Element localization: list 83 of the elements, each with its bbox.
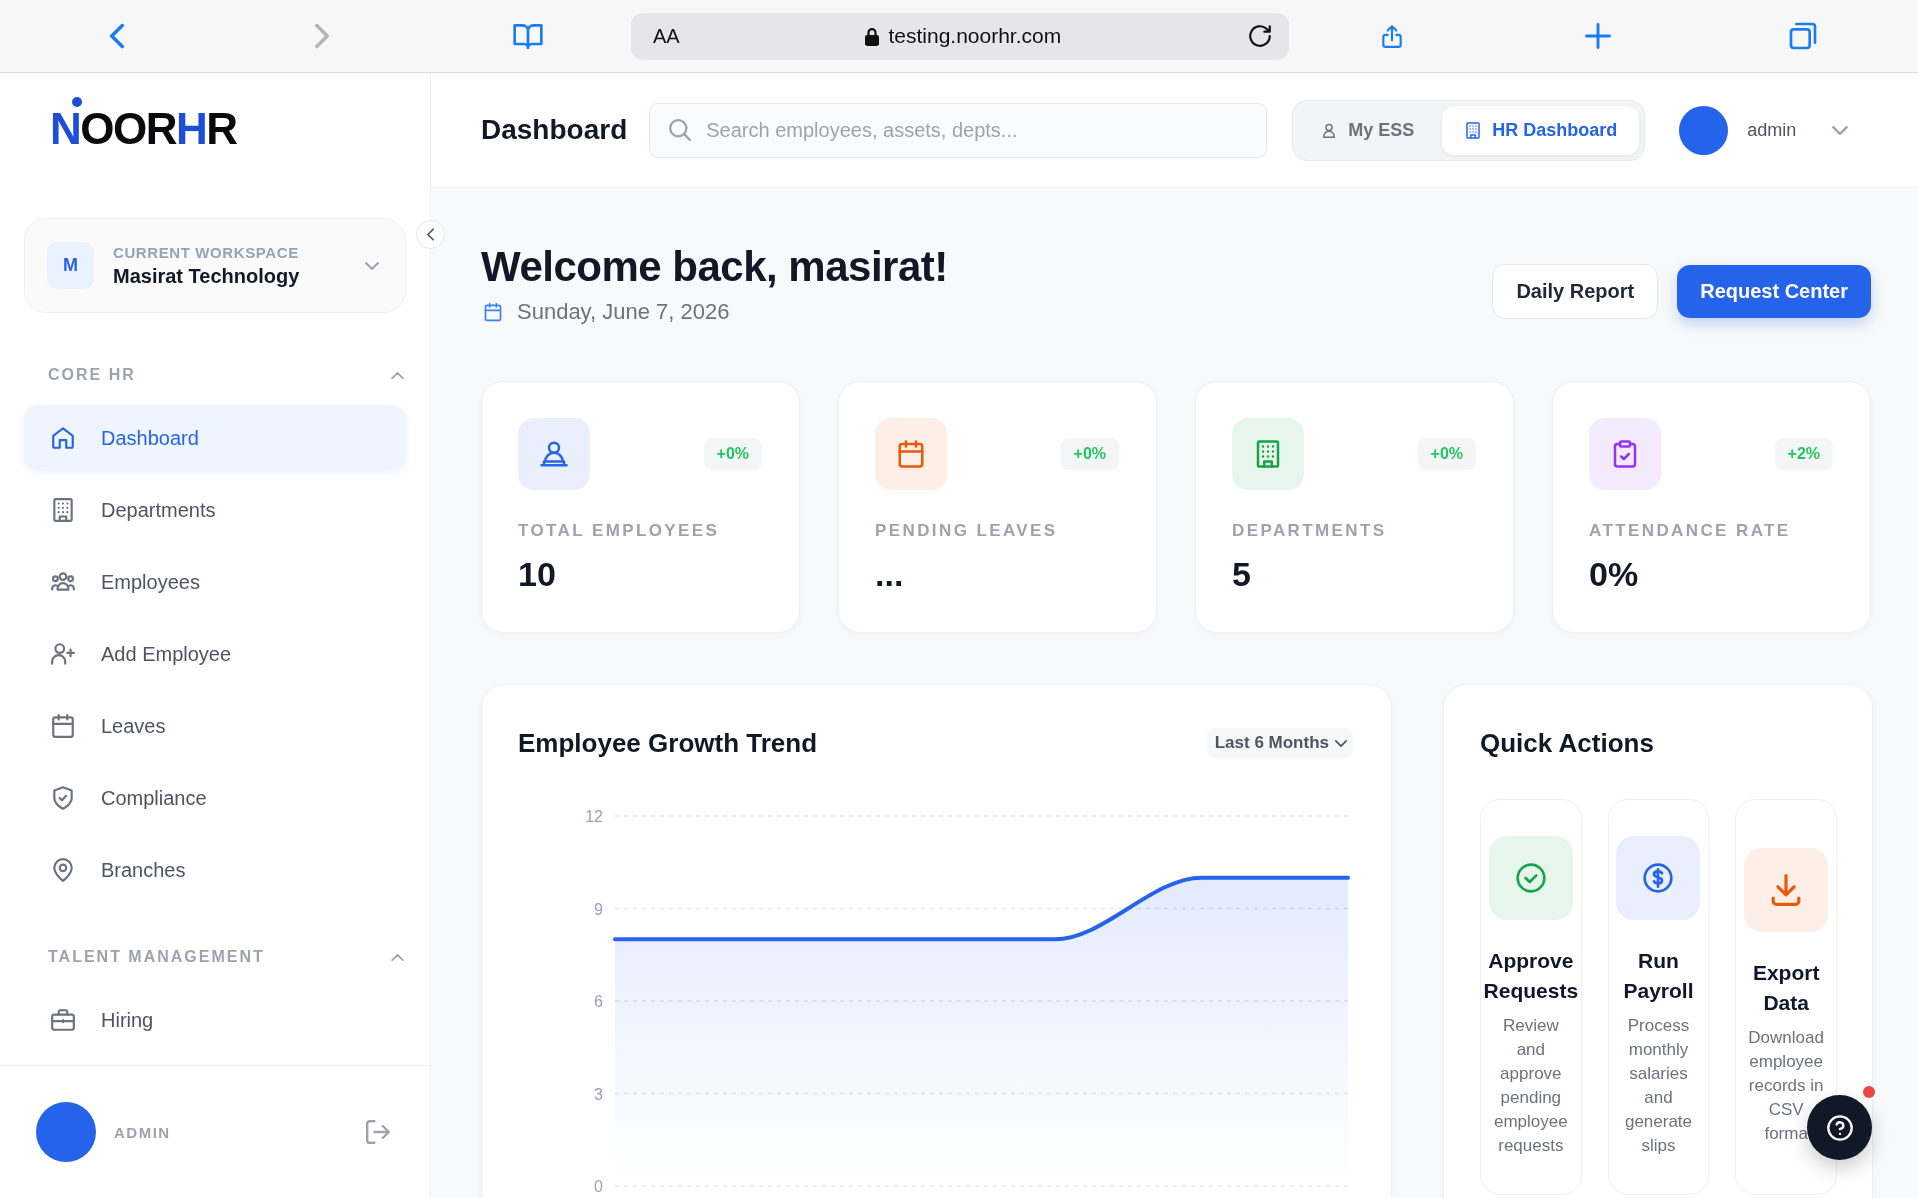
y-axis-label: 0 xyxy=(594,1178,603,1195)
stat-label: DEPARTMENTS xyxy=(1232,520,1388,542)
search-icon xyxy=(669,118,692,141)
tabs-icon[interactable] xyxy=(1787,20,1819,52)
chevron-down-icon xyxy=(1335,739,1347,747)
primary-button[interactable]: Request Center xyxy=(1677,264,1871,318)
page-title: Dashboard xyxy=(481,114,628,146)
chevron-down-icon[interactable] xyxy=(365,261,379,270)
calendar-icon xyxy=(483,302,503,322)
user-name: admin xyxy=(1747,119,1797,141)
chevron-down-icon[interactable] xyxy=(1832,125,1849,135)
nav-item[interactable]: Compliance xyxy=(24,765,406,831)
action-description: Download employee records in CSV forma xyxy=(1747,1027,1825,1145)
nav-item[interactable]: Hiring xyxy=(24,987,406,1053)
workspace-selector[interactable]: M CURRENT WORKSPACE Masirat Technology xyxy=(24,218,406,313)
action-title: Export Data xyxy=(1751,960,1821,1016)
trend-badge: +0% xyxy=(1417,438,1476,470)
user-avatar[interactable] xyxy=(36,1102,96,1162)
secondary-button[interactable]: Daily Report xyxy=(1492,263,1659,319)
view-tab[interactable]: My ESS xyxy=(1298,105,1437,155)
stat-value: ... xyxy=(875,554,905,594)
y-axis-label: 3 xyxy=(594,1085,603,1103)
date-text: Sunday, June 7, 2026 xyxy=(517,298,730,326)
action-card[interactable]: Export Data Download employee records in CSV forma xyxy=(1735,799,1837,1195)
workspace-name: Masirat Technology xyxy=(113,264,301,288)
stat-label: ATTENDANCE RATE xyxy=(1589,520,1792,542)
workspace-avatar: M xyxy=(47,242,94,289)
y-axis-label: 6 xyxy=(594,993,603,1010)
shield-check-icon xyxy=(50,785,76,811)
view-tab[interactable]: HR Dashboard xyxy=(1442,105,1640,155)
logo-dot-icon xyxy=(72,97,82,107)
add-person-icon xyxy=(50,641,76,667)
range-dropdown[interactable]: Last 6 Months xyxy=(1206,728,1353,758)
calendar-icon xyxy=(50,713,76,739)
trend-badge: +0% xyxy=(1060,438,1119,470)
user-name: ADMIN xyxy=(114,1123,172,1141)
y-axis-label: 9 xyxy=(594,900,603,918)
stat-label: TOTAL EMPLOYEES xyxy=(518,520,721,542)
chart-title: Employee Growth Trend xyxy=(518,727,818,759)
reload-icon[interactable] xyxy=(1247,23,1273,49)
nav-item[interactable]: Add Employee xyxy=(24,621,406,687)
plus-icon[interactable] xyxy=(1585,23,1611,49)
trend-badge: +2% xyxy=(1774,438,1833,470)
section-title: CORE HR xyxy=(48,366,136,384)
action-description: Process monthly salaries and generate slips xyxy=(1623,1015,1694,1157)
action-description: Review and approve pending employee requests xyxy=(1492,1015,1569,1157)
nav-item[interactable]: Branches xyxy=(24,837,406,903)
action-title: Run Payroll xyxy=(1622,948,1695,1004)
stat-value: 10 xyxy=(518,554,557,594)
map-pin-icon xyxy=(50,857,76,883)
chevron-up-icon[interactable] xyxy=(391,953,404,961)
nav-item[interactable]: Dashboard xyxy=(24,405,406,471)
briefcase-icon xyxy=(50,1007,76,1033)
y-axis-label: 12 xyxy=(585,808,603,825)
section-title: TALENT MANAGEMENT xyxy=(48,948,265,966)
action-card[interactable]: Run Payroll Process monthly salaries and generate slips xyxy=(1607,799,1710,1195)
text-size-button[interactable]: AA xyxy=(653,21,680,51)
building-icon xyxy=(1464,120,1483,140)
user-avatar[interactable] xyxy=(1679,105,1729,155)
action-title: Approve Requests xyxy=(1483,948,1579,1004)
action-card[interactable]: Approve Requests Review and approve pending employee requests xyxy=(1480,799,1582,1195)
home-icon xyxy=(50,425,76,451)
address-bar[interactable]: AA testing.noorhr.com xyxy=(631,12,1289,60)
back-icon[interactable] xyxy=(110,23,124,49)
help-icon xyxy=(1825,1113,1854,1142)
stat-value: 5 xyxy=(1232,554,1252,594)
stat-label: PENDING LEAVES xyxy=(875,520,1059,542)
building-icon xyxy=(50,497,76,523)
workspace-caption: CURRENT WORKSPACE xyxy=(113,243,300,261)
logout-icon[interactable] xyxy=(366,1120,390,1144)
chevron-up-icon[interactable] xyxy=(391,371,404,379)
nav-item[interactable]: Employees xyxy=(24,549,406,615)
lock-icon xyxy=(865,26,880,46)
logo: NOORHR xyxy=(50,105,237,153)
stat-value: 0% xyxy=(1589,554,1640,594)
quick-actions-title: Quick Actions xyxy=(1480,727,1654,759)
url-text: testing.noorhr.com xyxy=(888,24,1062,48)
welcome-heading: Welcome back, masirat! xyxy=(481,243,948,291)
nav-item[interactable]: Leaves xyxy=(24,693,406,759)
search-field[interactable]: Search employees, assets, depts... xyxy=(649,102,1268,158)
nav-item[interactable]: Departments xyxy=(24,477,406,543)
trend-badge: +0% xyxy=(703,438,762,470)
chevron-left-icon xyxy=(427,228,434,241)
